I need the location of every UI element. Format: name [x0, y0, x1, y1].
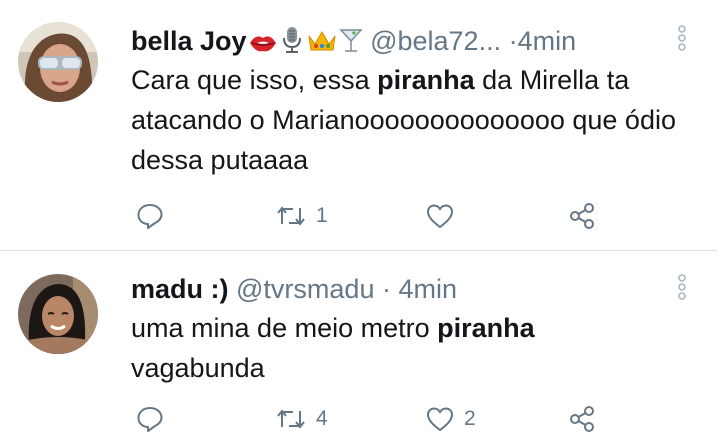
handle[interactable]: @tvrsmadu: [236, 274, 374, 304]
avatar-image: [18, 22, 98, 102]
retweet-button[interactable]: 4: [276, 402, 328, 436]
more-options-icon[interactable]: [677, 274, 687, 305]
like-count: 2: [464, 407, 476, 430]
display-name[interactable]: madu :): [131, 274, 229, 304]
cocktail-icon: [338, 26, 363, 62]
crown-icon: [307, 28, 337, 62]
share-button[interactable]: [568, 199, 596, 233]
tweet-header: madu :) @tvrsmadu · 4min: [131, 272, 657, 306]
reply-button[interactable]: [136, 402, 174, 436]
avatar-image: [18, 274, 98, 354]
share-icon: [568, 405, 596, 433]
retweet-count: 1: [316, 204, 328, 227]
reply-icon: [136, 405, 164, 433]
tweet-text-part: uma mina de meio metro: [131, 313, 438, 343]
more-options-icon[interactable]: [677, 25, 687, 56]
reply-button[interactable]: [136, 199, 174, 233]
heart-icon: [426, 203, 454, 229]
tweet-header: bella Joy @bela72... ·4min: [131, 24, 657, 62]
avatar[interactable]: [18, 22, 98, 102]
tweet-text-part: Cara que isso, essa: [131, 65, 378, 95]
timestamp[interactable]: 4min: [399, 274, 458, 304]
tweet-text-part: vagabunda: [131, 353, 265, 383]
lips-icon: [249, 28, 277, 62]
display-name[interactable]: bella Joy: [131, 26, 247, 56]
handle[interactable]: @bela72...: [370, 26, 501, 56]
avatar[interactable]: [18, 274, 98, 354]
retweet-count: 4: [316, 407, 328, 430]
tweet-actions: 1: [0, 199, 717, 233]
heart-icon: [426, 406, 454, 432]
separator: ·: [381, 274, 391, 304]
like-button[interactable]: 2: [426, 402, 476, 436]
microphone-icon: [279, 26, 305, 62]
timestamp[interactable]: 4min: [518, 26, 577, 56]
separator: ·: [508, 26, 518, 56]
tweet-actions: 4 2: [0, 402, 717, 436]
tweet-feed: bella Joy @bela72... ·4min Cara que isso…: [0, 0, 717, 448]
tweet-text-bold: piranha: [377, 65, 475, 95]
like-button[interactable]: [426, 199, 464, 233]
retweet-icon: [276, 204, 306, 228]
share-icon: [568, 202, 596, 230]
share-button[interactable]: [568, 402, 596, 436]
tweet[interactable]: bella Joy @bela72... ·4min Cara que isso…: [0, 0, 717, 251]
tweet-text: Cara que isso, essa piranha da Mirella t…: [131, 60, 687, 180]
retweet-button[interactable]: 1: [276, 199, 328, 233]
tweet-text-bold: piranha: [437, 313, 535, 343]
tweet-text: uma mina de meio metro piranha vagabunda: [131, 308, 687, 388]
reply-icon: [136, 202, 164, 230]
tweet[interactable]: madu :) @tvrsmadu · 4min uma mina de mei…: [0, 252, 717, 448]
retweet-icon: [276, 407, 306, 431]
